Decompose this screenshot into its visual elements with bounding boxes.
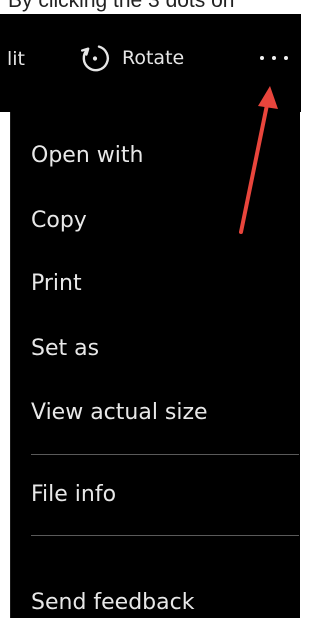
- menu-item-file-info[interactable]: File info: [31, 481, 116, 509]
- menu-separator: [31, 535, 299, 536]
- menu-item-print[interactable]: Print: [31, 270, 82, 298]
- more-horizontal-icon: [284, 56, 288, 60]
- rotate-icon: [81, 45, 109, 72]
- menu-item-send-feedback[interactable]: Send feedback: [31, 589, 194, 617]
- toolbar-rotate-button[interactable]: Rotate: [78, 40, 218, 76]
- menu-item-copy[interactable]: Copy: [31, 207, 87, 235]
- rotate-label: Rotate: [122, 47, 185, 69]
- toolbar-edit-button[interactable]: lit: [7, 48, 25, 70]
- more-options-button[interactable]: [252, 46, 296, 70]
- menu-item-view-actual-size[interactable]: View actual size: [31, 399, 208, 427]
- more-horizontal-icon: [272, 56, 276, 60]
- app-toolbar: lit Rotate: [0, 14, 301, 112]
- menu-separator: [31, 454, 299, 455]
- more-horizontal-icon: [260, 56, 264, 60]
- caption-label: By clicking the 3 dots on: [8, 0, 235, 12]
- menu-item-set-as[interactable]: Set as: [31, 335, 99, 363]
- menu-item-open-with[interactable]: Open with: [31, 142, 143, 170]
- caption-text: By clicking the 3 dots on: [0, 0, 301, 13]
- context-menu: Open with Copy Print Set as View actual …: [10, 112, 300, 618]
